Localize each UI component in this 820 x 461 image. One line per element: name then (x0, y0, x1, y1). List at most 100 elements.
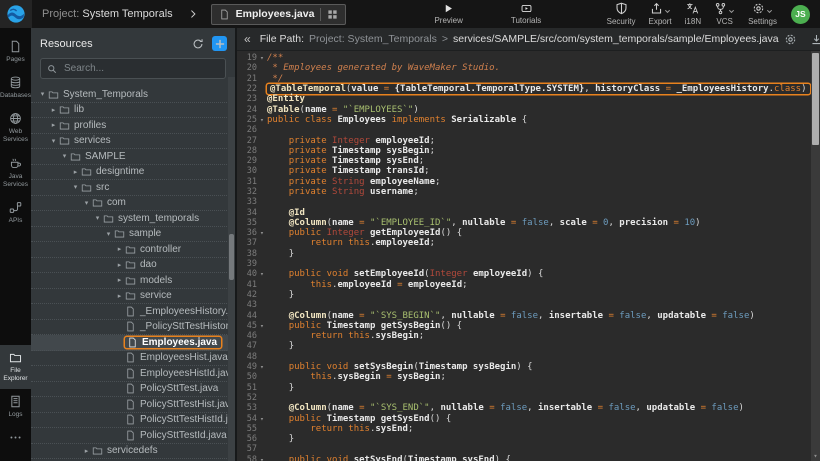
code-line[interactable]: 46 return this.sysBegin; (237, 331, 808, 341)
tree-item-policystttesthist-java[interactable]: PolicySttTestHist.java (31, 397, 235, 413)
tree-item-policystttestid-java[interactable]: PolicySttTestId.java (31, 428, 235, 444)
code-line[interactable]: 20 * Employees generated by WaveMaker St… (237, 63, 808, 73)
add-resource-button[interactable] (212, 36, 227, 51)
code-line[interactable]: 22@TableTemporal(value = {TableTemporal.… (237, 84, 808, 94)
tutorials-button[interactable]: Tutorials (511, 3, 541, 25)
code-line[interactable]: 38 } (237, 249, 808, 259)
sidebar-item-web-services[interactable]: Web Services (0, 106, 31, 150)
code-line[interactable]: 57 (237, 444, 808, 454)
preview-button[interactable]: Preview (434, 3, 462, 25)
collapse-arrow-icon[interactable]: ▾ (103, 230, 114, 238)
sidebar-item-pages[interactable]: Pages (0, 34, 31, 70)
tree-item-policystttesthistory-java[interactable]: _PolicySttTestHistory.java (31, 320, 235, 336)
code-line[interactable]: 28 private Timestamp sysBegin; (237, 146, 808, 156)
code-line[interactable]: 21 */ (237, 74, 808, 84)
code-line[interactable]: 26 (237, 125, 808, 135)
code-line[interactable]: 49▾ public void setSysBegin(Timestamp sy… (237, 362, 808, 372)
code-editor[interactable]: 19▾/**20 * Employees generated by WaveMa… (237, 51, 820, 461)
sidebar-item-logs[interactable]: Logs (0, 389, 31, 425)
code-line[interactable]: 19▾/** (237, 53, 808, 63)
topbar-vcs-button[interactable]: VCS (714, 2, 735, 26)
tree-item-controller[interactable]: ▸controller (31, 242, 235, 258)
fold-marker-icon[interactable]: ▾ (257, 456, 267, 461)
tree-item-sample[interactable]: ▾sample (31, 227, 235, 243)
resources-scrollbar[interactable] (228, 77, 235, 461)
expand-arrow-icon[interactable]: ▸ (81, 447, 92, 455)
settings-button[interactable] (784, 33, 797, 46)
code-line[interactable]: 24@Table(name = "`EMPLOYEES`") (237, 104, 808, 114)
collapse-arrow-icon[interactable]: ▾ (37, 90, 48, 98)
fold-marker-icon[interactable]: ▾ (257, 229, 267, 237)
code-line[interactable]: 36▾ public Integer getEmployeeId() { (237, 228, 808, 238)
sidebar-item-more[interactable] (0, 425, 31, 453)
tree-item-com[interactable]: ▾com (31, 196, 235, 212)
search-box[interactable] (40, 58, 226, 79)
tree-item-src[interactable]: ▾src (31, 180, 235, 196)
code-line[interactable]: 48 (237, 352, 808, 362)
topbar-security-button[interactable]: Security (607, 2, 636, 26)
tree-item-lib[interactable]: ▸lib (31, 103, 235, 119)
tree-item-employeeshistory-java[interactable]: _EmployeesHistory.java (31, 304, 235, 320)
tree-item-employees-java[interactable]: Employees.java (31, 335, 235, 351)
expand-arrow-icon[interactable]: ▸ (114, 292, 125, 300)
tree-item-profiles[interactable]: ▸profiles (31, 118, 235, 134)
refresh-icon[interactable] (192, 38, 204, 50)
expand-arrow-icon[interactable]: ▸ (70, 168, 81, 176)
editor-scrollbar[interactable]: ▾ (811, 51, 820, 461)
expand-arrow-icon[interactable]: ▸ (114, 245, 125, 253)
collapse-panel-button[interactable]: « (240, 32, 255, 46)
fold-marker-icon[interactable]: ▾ (257, 116, 267, 124)
collapse-arrow-icon[interactable]: ▾ (48, 137, 59, 145)
collapse-arrow-icon[interactable]: ▾ (70, 183, 81, 191)
download-button[interactable] (810, 33, 820, 46)
code-line[interactable]: 27 private Integer employeeId; (237, 135, 808, 145)
code-line[interactable]: 23@Entity (237, 94, 808, 104)
resources-scrollbar-thumb[interactable] (229, 234, 234, 280)
topbar-export-button[interactable]: Export (649, 2, 672, 26)
fold-marker-icon[interactable]: ▾ (257, 363, 267, 371)
tree-item-models[interactable]: ▸models (31, 273, 235, 289)
code-line[interactable]: 50 this.sysBegin = sysBegin; (237, 372, 808, 382)
expand-arrow-icon[interactable]: ▸ (48, 106, 59, 114)
sidebar-item-databases[interactable]: Databases (0, 70, 31, 106)
editor-scrollbar-thumb[interactable] (812, 53, 819, 145)
tree-item-service[interactable]: ▸service (31, 289, 235, 305)
tree-item-services[interactable]: ▾services (31, 134, 235, 150)
expand-arrow-icon[interactable]: ▸ (114, 261, 125, 269)
fold-marker-icon[interactable]: ▾ (257, 270, 267, 278)
collapse-arrow-icon[interactable]: ▾ (92, 214, 103, 222)
code-line[interactable]: 42 } (237, 290, 808, 300)
scrollbar-down-arrow-icon[interactable]: ▾ (811, 452, 820, 460)
code-line[interactable]: 44 @Column(name = "`SYS_BEGIN`", nullabl… (237, 310, 808, 320)
code-line[interactable]: 39 (237, 259, 808, 269)
fold-marker-icon[interactable]: ▾ (257, 415, 267, 423)
code-line[interactable]: 35 @Column(name = "`EMPLOYEE_ID`", nulla… (237, 218, 808, 228)
fold-marker-icon[interactable]: ▾ (257, 322, 267, 330)
code-line[interactable]: 40▾ public void setEmployeeId(Integer em… (237, 269, 808, 279)
code-line[interactable]: 53 @Column(name = "`SYS_END`", nullable … (237, 403, 808, 413)
code-line[interactable]: 37 return this.employeeId; (237, 238, 808, 248)
user-avatar[interactable]: JS (791, 5, 810, 24)
collapse-arrow-icon[interactable]: ▾ (81, 199, 92, 207)
code-line[interactable]: 52 (237, 393, 808, 403)
search-input[interactable] (62, 62, 219, 75)
code-line[interactable]: 51 } (237, 383, 808, 393)
grid-icon[interactable] (327, 9, 338, 20)
code-line[interactable]: 55 return this.sysEnd; (237, 424, 808, 434)
sidebar-item-file-explorer[interactable]: File Explorer (0, 345, 31, 389)
wavemaker-logo[interactable] (0, 0, 32, 28)
tree-item-employeeshist-java[interactable]: EmployeesHist.java (31, 351, 235, 367)
code-line[interactable]: 43 (237, 300, 808, 310)
topbar-i18n-button[interactable]: i18N (685, 2, 701, 26)
code-line[interactable]: 34 @Id (237, 207, 808, 217)
collapse-arrow-icon[interactable]: ▾ (59, 152, 70, 160)
tree-item-system-temporals[interactable]: ▾system_temporals (31, 211, 235, 227)
tree-item-sample[interactable]: ▾SAMPLE (31, 149, 235, 165)
sidebar-item-java-services[interactable]: Java Services (0, 151, 31, 195)
code-line[interactable]: 56 } (237, 434, 808, 444)
code-line[interactable]: 41 this.employeeId = employeeId; (237, 280, 808, 290)
tree-item-system-temporals[interactable]: ▾System_Temporals (31, 87, 235, 103)
code-line[interactable]: 29 private Timestamp sysEnd; (237, 156, 808, 166)
tree-item-employeeshistid-java[interactable]: EmployeesHistId.java (31, 366, 235, 382)
code-line[interactable]: 25▾public class Employees implements Ser… (237, 115, 808, 125)
